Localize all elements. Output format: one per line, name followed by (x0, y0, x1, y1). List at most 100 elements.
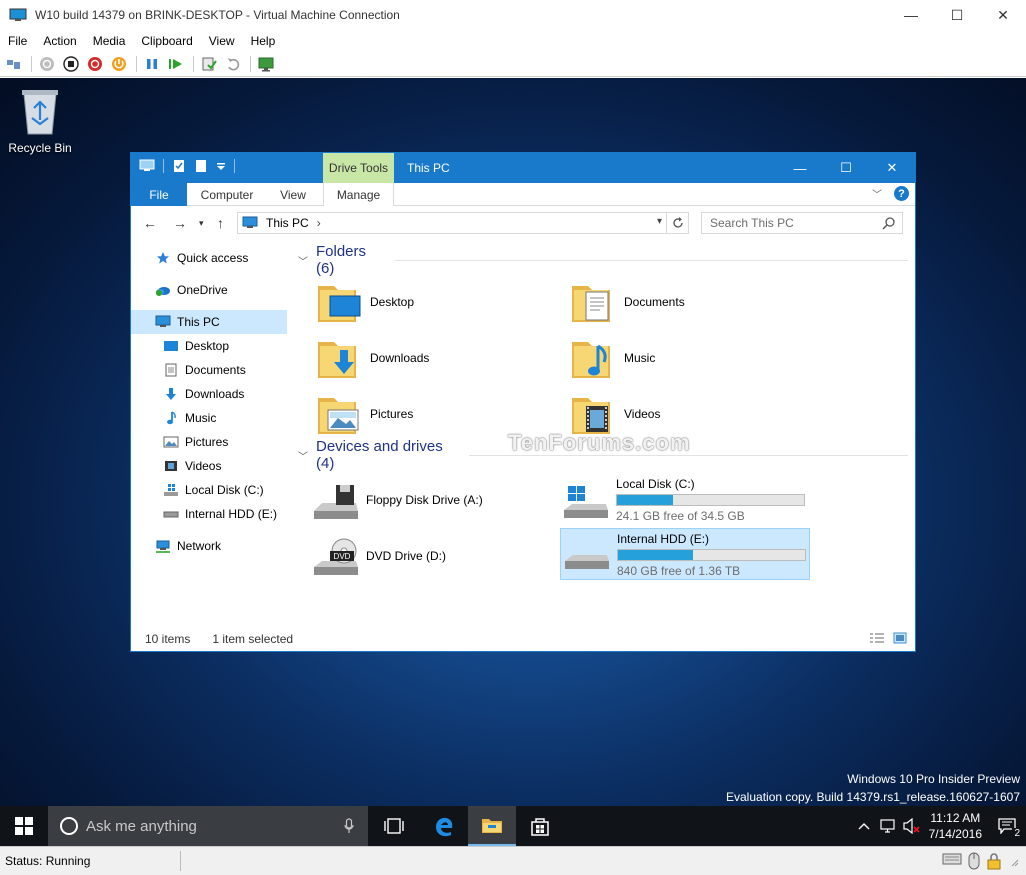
onedrive-icon (156, 287, 170, 296)
start-button[interactable] (0, 806, 48, 846)
turn-off-button[interactable] (62, 55, 80, 73)
cortana-placeholder: Ask me anything (86, 817, 197, 835)
vm-menubar: File Action Media Clipboard View Help (0, 30, 1026, 51)
start-vm-button[interactable] (38, 55, 56, 73)
collapse-chevron-icon[interactable]: ﹀ (298, 448, 308, 463)
revert-button[interactable] (224, 55, 242, 73)
nav-item-quick-access[interactable]: Quick access (155, 246, 291, 270)
store-taskbar-button[interactable] (516, 806, 564, 846)
edge-icon (436, 817, 453, 837)
tab-view[interactable]: View (267, 183, 319, 206)
play-icon (169, 58, 182, 69)
this-pc-icon (139, 159, 155, 171)
task-view-button[interactable] (370, 806, 418, 846)
nav-item-internal-hdd-e[interactable]: Internal HDD (E:) (163, 502, 291, 526)
recycle-bin-shortcut[interactable]: Recycle Bin (6, 86, 74, 155)
new-folder-icon[interactable] (194, 159, 208, 173)
ctrl-alt-del-button[interactable] (5, 55, 23, 73)
nav-item-local-disk-c[interactable]: Local Disk (C:) (163, 478, 291, 502)
taskbar-clock[interactable]: 11:12 AM 7/14/2016 (929, 810, 982, 842)
resize-grip-icon[interactable] (1008, 852, 1020, 870)
tab-manage[interactable]: Manage (323, 183, 394, 206)
collapse-chevron-icon[interactable]: ﹀ (298, 253, 308, 268)
quick-access-toolbar (139, 159, 243, 173)
menu-clipboard[interactable]: Clipboard (141, 34, 192, 48)
explorer-window-title: This PC (407, 161, 450, 175)
nav-item-pictures[interactable]: Pictures (163, 430, 291, 454)
file-explorer-taskbar-button[interactable] (468, 806, 516, 846)
address-bar[interactable]: This PC › ▾ (237, 212, 689, 234)
refresh-icon (672, 217, 683, 228)
properties-icon[interactable] (172, 159, 186, 173)
music-note-icon (167, 411, 176, 425)
menu-media[interactable]: Media (93, 34, 126, 48)
breadcrumb-chevron-icon[interactable]: › (317, 216, 321, 230)
dvd-drive-icon: DVD (314, 538, 358, 575)
breadcrumb-this-pc[interactable]: This PC (266, 216, 309, 230)
enhanced-session-button[interactable] (257, 55, 275, 73)
tab-file[interactable]: File (131, 183, 187, 206)
customize-qat-icon[interactable] (216, 161, 226, 171)
expand-ribbon-icon[interactable]: ﹀ (872, 186, 882, 201)
folder-tile-downloads[interactable]: Downloads (316, 332, 556, 384)
network-icon (880, 819, 895, 833)
back-button[interactable]: ← (143, 215, 157, 231)
menu-help[interactable]: Help (251, 34, 276, 48)
save-state-button[interactable] (110, 55, 128, 73)
show-hidden-icons-button[interactable] (853, 815, 875, 837)
menu-action[interactable]: Action (43, 34, 76, 48)
volume-tray-icon[interactable] (901, 815, 923, 837)
menu-file[interactable]: File (8, 34, 27, 48)
nav-item-videos[interactable]: Videos (163, 454, 291, 478)
nav-item-network[interactable]: Network (155, 534, 291, 558)
folder-tile-desktop[interactable]: Desktop (316, 276, 556, 328)
up-button[interactable]: ↑ (217, 215, 224, 231)
explorer-close-button[interactable]: ✕ (869, 153, 915, 183)
selection-count: 1 item selected (212, 632, 294, 646)
forward-button[interactable]: → (173, 215, 187, 231)
help-icon[interactable]: ? (894, 186, 909, 201)
shutdown-button[interactable] (86, 55, 104, 73)
nav-item-downloads[interactable]: Downloads (163, 382, 291, 406)
file-explorer-icon (482, 819, 502, 833)
drive-tile-dvd-d[interactable]: DVD DVD Drive (D:) (312, 530, 552, 582)
chevron-up-icon (858, 823, 870, 830)
folder-tile-documents[interactable]: Documents (570, 276, 810, 328)
microphone-icon[interactable] (344, 818, 354, 834)
search-input[interactable]: Search This PC (701, 212, 903, 234)
vm-close-button[interactable]: ✕ (980, 0, 1026, 30)
drive-tools-context-tab[interactable]: Drive Tools (323, 153, 394, 183)
drive-tile-internal-hdd-e[interactable]: Internal HDD (E:) 840 GB free of 1.36 TB (560, 528, 810, 580)
vm-minimize-button[interactable]: — (888, 0, 934, 30)
tab-computer[interactable]: Computer (187, 183, 267, 206)
action-center-button[interactable]: 2 (996, 815, 1022, 839)
drive-tile-floppy-a[interactable]: Floppy Disk Drive (A:) (312, 474, 552, 526)
large-icons-view-icon[interactable] (893, 632, 907, 644)
checkpoint-button[interactable] (200, 55, 218, 73)
folder-tile-music[interactable]: Music (570, 332, 810, 384)
nav-item-documents[interactable]: Documents (163, 358, 291, 382)
address-dropdown-icon[interactable]: ▾ (657, 216, 662, 227)
navigation-pane: Quick access OneDrive This PC Desktop Do… (131, 240, 291, 620)
explorer-maximize-button[interactable]: ☐ (823, 153, 869, 183)
refresh-button[interactable] (666, 213, 688, 233)
details-view-icon[interactable] (869, 632, 885, 644)
network-tray-icon[interactable] (877, 815, 899, 837)
pause-button[interactable] (143, 55, 161, 73)
nav-item-desktop[interactable]: Desktop (163, 334, 291, 358)
drive-tile-local-disk-c[interactable]: Local Disk (C:) 24.1 GB free of 34.5 GB (562, 474, 812, 526)
nav-item-music[interactable]: Music (163, 406, 291, 430)
menu-view[interactable]: View (209, 34, 235, 48)
reset-button[interactable] (167, 55, 185, 73)
recent-locations-button[interactable]: ▾ (199, 218, 204, 229)
desktop-folder-icon (318, 286, 361, 322)
cortana-search-box[interactable]: Ask me anything (48, 806, 368, 846)
nav-item-onedrive[interactable]: OneDrive (155, 278, 291, 302)
edge-taskbar-button[interactable] (420, 806, 468, 846)
vm-titlebar: W10 build 14379 on BRINK-DESKTOP - Virtu… (0, 0, 1026, 30)
hard-drive-icon (163, 511, 179, 518)
vm-maximize-button[interactable]: ☐ (934, 0, 980, 30)
explorer-minimize-button[interactable]: — (777, 153, 823, 183)
folders-group-header[interactable]: ﹀ Folders (6) (298, 243, 908, 277)
nav-item-this-pc[interactable]: This PC (131, 310, 287, 334)
